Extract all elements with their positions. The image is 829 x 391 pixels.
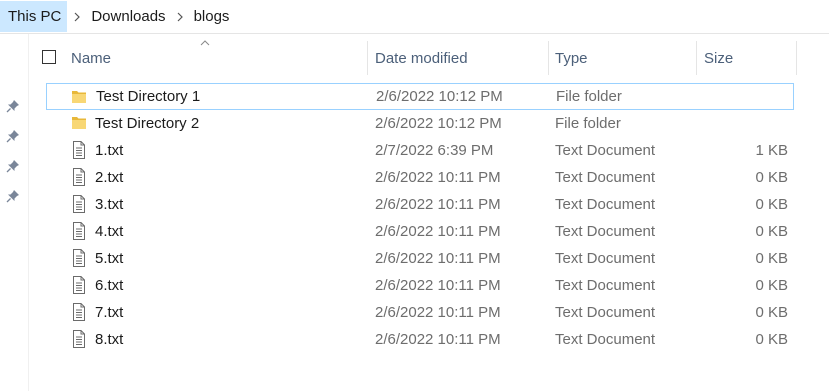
file-name: 4.txt: [95, 223, 124, 240]
file-type: Text Document: [555, 277, 656, 294]
text-file-icon: [71, 276, 87, 294]
file-date-modified: 2/6/2022 10:11 PM: [375, 304, 501, 321]
file-type: Text Document: [555, 142, 656, 159]
file-type: File folder: [555, 115, 621, 132]
file-date-modified: 2/6/2022 10:11 PM: [375, 277, 501, 294]
file-explorer-window: This PC Downloads blogs Name Date modifi…: [0, 0, 829, 391]
file-date-modified: 2/6/2022 10:11 PM: [375, 223, 501, 240]
file-row[interactable]: 2.txt 2/6/2022 10:11 PM Text Document 0 KB: [46, 164, 794, 191]
select-all-checkbox[interactable]: [42, 50, 56, 64]
pin-icon[interactable]: [6, 159, 20, 173]
breadcrumb-this-pc[interactable]: This PC: [0, 1, 68, 32]
file-date-modified: 2/6/2022 10:11 PM: [375, 250, 501, 267]
file-size: 0 KB: [755, 304, 788, 321]
column-size-label: Size: [704, 49, 734, 67]
file-name: 8.txt: [95, 331, 124, 348]
file-name: 1.txt: [95, 142, 124, 159]
file-row[interactable]: 6.txt 2/6/2022 10:11 PM Text Document 0 KB: [46, 272, 794, 299]
file-date-modified: 2/6/2022 10:11 PM: [375, 196, 501, 213]
file-type: Text Document: [555, 304, 656, 321]
file-type: Text Document: [555, 223, 656, 240]
column-type-label: Type: [555, 49, 588, 67]
file-type: File folder: [556, 88, 622, 105]
file-row[interactable]: 4.txt 2/6/2022 10:11 PM Text Document 0 KB: [46, 218, 794, 245]
file-name: Test Directory 2: [95, 115, 200, 132]
column-header-size[interactable]: Size: [697, 41, 797, 75]
column-date-label: Date modified: [375, 49, 468, 67]
file-row[interactable]: Test Directory 2 2/6/2022 10:12 PM File fo…: [46, 110, 794, 137]
file-date-modified: 2/6/2022 10:11 PM: [375, 331, 501, 348]
pin-icon[interactable]: [6, 99, 20, 113]
file-name: 2.txt: [95, 169, 124, 186]
text-file-icon: [71, 141, 87, 159]
file-name: 5.txt: [95, 250, 124, 267]
file-row[interactable]: 8.txt 2/6/2022 10:11 PM Text Document 0 KB: [46, 326, 794, 353]
file-size: 0 KB: [755, 277, 788, 294]
text-file-icon: [71, 303, 87, 321]
file-name: 7.txt: [95, 304, 124, 321]
breadcrumb: This PC Downloads blogs: [0, 0, 829, 34]
file-name: 6.txt: [95, 277, 124, 294]
file-date-modified: 2/6/2022 10:11 PM: [375, 169, 501, 186]
file-size: 0 KB: [755, 169, 788, 186]
column-header-type[interactable]: Type: [549, 41, 697, 75]
text-file-icon: [71, 222, 87, 240]
column-header-name[interactable]: Name: [64, 41, 368, 75]
file-row[interactable]: 7.txt 2/6/2022 10:11 PM Text Document 0 KB: [46, 299, 794, 326]
file-date-modified: 2/6/2022 10:12 PM: [376, 88, 503, 105]
file-row[interactable]: 1.txt 2/7/2022 6:39 PM Text Document 1 KB: [46, 137, 794, 164]
text-file-icon: [71, 168, 87, 186]
file-row[interactable]: 5.txt 2/6/2022 10:11 PM Text Document 0 KB: [46, 245, 794, 272]
file-row[interactable]: Test Directory 1 2/6/2022 10:12 PM File fo…: [46, 83, 794, 110]
file-date-modified: 2/6/2022 10:12 PM: [375, 115, 502, 132]
pin-icon[interactable]: [6, 189, 20, 203]
folder-icon: [71, 88, 87, 106]
text-file-icon: [71, 195, 87, 213]
column-name-label: Name: [71, 49, 112, 67]
chevron-right-icon[interactable]: [170, 1, 190, 32]
file-name: Test Directory 1: [96, 88, 201, 105]
file-type: Text Document: [555, 196, 656, 213]
file-size: 0 KB: [755, 250, 788, 267]
file-size: 0 KB: [755, 331, 788, 348]
text-file-icon: [71, 330, 87, 348]
file-type: Text Document: [555, 250, 656, 267]
folder-icon: [71, 114, 87, 132]
column-header-date-modified[interactable]: Date modified: [368, 41, 549, 75]
file-size: 0 KB: [755, 196, 788, 213]
file-name: 3.txt: [95, 196, 124, 213]
breadcrumb-blogs[interactable]: blogs: [190, 1, 234, 32]
column-header: Name Date modified Type Size: [28, 34, 829, 82]
file-size: 1 KB: [755, 142, 788, 159]
breadcrumb-downloads[interactable]: Downloads: [87, 1, 169, 32]
file-size: 0 KB: [755, 223, 788, 240]
text-file-icon: [71, 249, 87, 267]
file-date-modified: 2/7/2022 6:39 PM: [375, 142, 494, 159]
file-list: Test Directory 1 2/6/2022 10:12 PM File fo…: [46, 83, 794, 353]
file-row[interactable]: 3.txt 2/6/2022 10:11 PM Text Document 0 KB: [46, 191, 794, 218]
pin-icon[interactable]: [6, 129, 20, 143]
file-type: Text Document: [555, 331, 656, 348]
file-type: Text Document: [555, 169, 656, 186]
chevron-right-icon[interactable]: [67, 1, 87, 32]
navigation-pane: [0, 34, 29, 391]
